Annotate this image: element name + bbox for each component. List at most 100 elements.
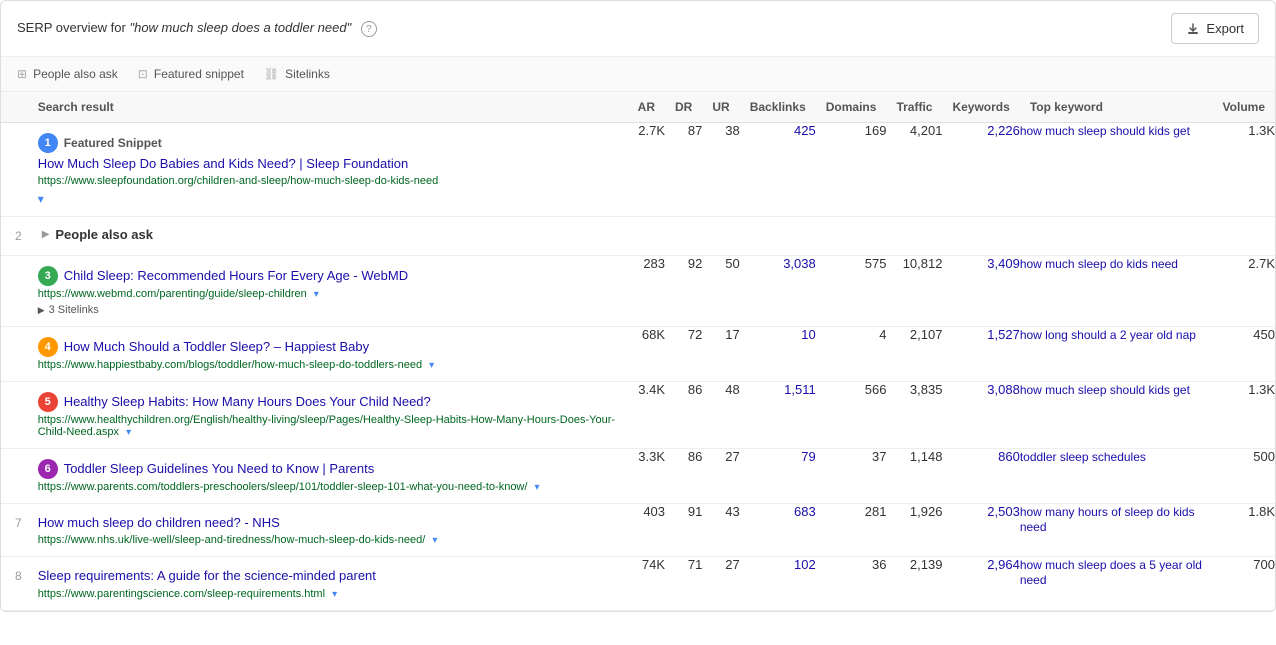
cell-backlinks[interactable]: 683 <box>740 504 816 557</box>
url-dropdown[interactable]: ▾ <box>314 289 319 300</box>
cell-traffic: 1,148 <box>886 449 942 504</box>
url-dropdown[interactable]: ▾ <box>332 589 337 600</box>
result-title-link[interactable]: How much sleep do children need? - NHS <box>38 514 280 532</box>
top-keyword-link[interactable]: how much sleep should kids get <box>1020 383 1190 397</box>
sitelinks-toggle[interactable]: 3 Sitelinks <box>38 304 618 316</box>
result-cell: 6 Toddler Sleep Guidelines You Need to K… <box>28 449 628 504</box>
result-badge: 3 <box>38 266 58 286</box>
table-row: 8 Sleep requirements: A guide for the sc… <box>1 557 1275 610</box>
dropdown-trigger[interactable]: ▾ <box>38 191 618 206</box>
cell-ar: 74K <box>628 557 665 610</box>
url-dropdown[interactable]: ▾ <box>535 482 540 493</box>
result-url: https://www.sleepfoundation.org/children… <box>38 175 618 187</box>
cell-top-keyword[interactable]: how much sleep does a 5 year old need <box>1020 557 1213 610</box>
row-position <box>1 327 28 382</box>
result-header: Sleep requirements: A guide for the scie… <box>38 567 618 585</box>
cell-domains: 566 <box>816 382 887 449</box>
cell-ur: 38 <box>702 123 739 217</box>
cell-top-keyword[interactable]: how much sleep should kids get <box>1020 382 1213 449</box>
col-num <box>1 92 28 123</box>
cell-backlinks[interactable]: 425 <box>740 123 816 217</box>
result-title-link[interactable]: Healthy Sleep Habits: How Many Hours Doe… <box>64 393 431 411</box>
top-keyword-link[interactable]: how much sleep do kids need <box>1020 257 1178 271</box>
url-dropdown[interactable]: ▾ <box>432 535 437 546</box>
cell-keywords[interactable]: 2,964 <box>942 557 1019 610</box>
export-button[interactable]: Export <box>1171 13 1259 44</box>
result-title-link[interactable]: How Much Sleep Do Babies and Kids Need? … <box>38 155 618 173</box>
top-keyword-link[interactable]: how much sleep should kids get <box>1020 124 1190 138</box>
result-cell: Sleep requirements: A guide for the scie… <box>28 557 628 610</box>
table-row: 2 ▶ People also ask <box>1 217 1275 256</box>
cell-backlinks[interactable]: 102 <box>740 557 816 610</box>
cell-traffic: 2,139 <box>886 557 942 610</box>
cell-top-keyword[interactable]: how many hours of sleep do kids need <box>1020 504 1213 557</box>
cell-traffic: 1,926 <box>886 504 942 557</box>
filter-sitelinks[interactable]: ⛓ Sitelinks <box>264 67 330 81</box>
col-top-keyword: Top keyword <box>1020 92 1213 123</box>
cell-dr: 92 <box>665 256 702 327</box>
cell-domains: 37 <box>816 449 887 504</box>
top-keyword-link[interactable]: how long should a 2 year old nap <box>1020 328 1196 342</box>
cell-ur: 50 <box>702 256 739 327</box>
top-keyword-link[interactable]: how many hours of sleep do kids need <box>1020 505 1195 534</box>
result-title-link[interactable]: Toddler Sleep Guidelines You Need to Kno… <box>64 460 375 478</box>
cell-top-keyword[interactable]: how long should a 2 year old nap <box>1020 327 1213 382</box>
result-badge: 4 <box>38 337 58 357</box>
top-keyword-link[interactable]: how much sleep does a 5 year old need <box>1020 558 1202 587</box>
cell-volume: 1.3K <box>1213 382 1275 449</box>
result-title-link[interactable]: How Much Should a Toddler Sleep? – Happi… <box>64 338 369 356</box>
cell-backlinks[interactable]: 3,038 <box>740 256 816 327</box>
cell-keywords[interactable]: 2,226 <box>942 123 1019 217</box>
top-keyword-link[interactable]: toddler sleep schedules <box>1020 450 1146 464</box>
result-title-link[interactable]: Sleep requirements: A guide for the scie… <box>38 567 376 585</box>
row-position <box>1 256 28 327</box>
result-main: 1 Featured Snippet How Much Sleep Do Bab… <box>28 123 628 216</box>
row-position: 8 <box>1 557 28 610</box>
export-icon <box>1186 22 1200 36</box>
result-title-link[interactable]: Child Sleep: Recommended Hours For Every… <box>64 267 408 285</box>
result-main: How much sleep do children need? - NHS h… <box>28 504 628 556</box>
help-icon[interactable]: ? <box>361 21 377 37</box>
sitelinks-icon: ⛓ <box>264 67 279 81</box>
row-position: 2 <box>1 217 28 256</box>
cell-traffic: 10,812 <box>886 256 942 327</box>
cell-keywords[interactable]: 3,088 <box>942 382 1019 449</box>
result-cell: 1 Featured Snippet How Much Sleep Do Bab… <box>28 123 628 217</box>
cell-keywords[interactable]: 1,527 <box>942 327 1019 382</box>
col-ur: UR <box>702 92 739 123</box>
row-position <box>1 123 28 217</box>
cell-dr: 86 <box>665 449 702 504</box>
col-volume: Volume <box>1213 92 1275 123</box>
result-url: https://www.webmd.com/parenting/guide/sl… <box>38 288 618 300</box>
cell-volume: 450 <box>1213 327 1275 382</box>
result-main: 3 Child Sleep: Recommended Hours For Eve… <box>28 256 628 326</box>
result-badge: 5 <box>38 392 58 412</box>
cell-top-keyword[interactable]: how much sleep do kids need <box>1020 256 1213 327</box>
cell-keywords[interactable]: 3,409 <box>942 256 1019 327</box>
result-badge: 6 <box>38 459 58 479</box>
result-cell: 3 Child Sleep: Recommended Hours For Eve… <box>28 256 628 327</box>
cell-keywords[interactable]: 860 <box>942 449 1019 504</box>
table-row: 7 How much sleep do children need? - NHS… <box>1 504 1275 557</box>
cell-backlinks[interactable]: 10 <box>740 327 816 382</box>
cell-backlinks[interactable]: 79 <box>740 449 816 504</box>
cell-top-keyword[interactable]: toddler sleep schedules <box>1020 449 1213 504</box>
col-backlinks: Backlinks <box>740 92 816 123</box>
filter-sitelinks-label: Sitelinks <box>285 67 330 81</box>
col-traffic: Traffic <box>886 92 942 123</box>
result-header: 5 Healthy Sleep Habits: How Many Hours D… <box>38 392 618 412</box>
cell-domains: 4 <box>816 327 887 382</box>
row-position <box>1 382 28 449</box>
paa-toggle[interactable]: ▶ <box>42 229 50 240</box>
result-main: 6 Toddler Sleep Guidelines You Need to K… <box>28 449 628 503</box>
cell-top-keyword[interactable]: how much sleep should kids get <box>1020 123 1213 217</box>
cell-backlinks[interactable]: 1,511 <box>740 382 816 449</box>
cell-keywords[interactable]: 2,503 <box>942 504 1019 557</box>
cell-traffic: 3,835 <box>886 382 942 449</box>
cell-ur: 48 <box>702 382 739 449</box>
col-search-result: Search result <box>28 92 628 123</box>
filter-featured-snippet[interactable]: ⊡ Featured snippet <box>138 67 244 81</box>
url-dropdown[interactable]: ▾ <box>126 427 131 438</box>
filter-people-also-ask[interactable]: ⊞ People also ask <box>17 67 118 81</box>
url-dropdown[interactable]: ▾ <box>429 360 434 371</box>
